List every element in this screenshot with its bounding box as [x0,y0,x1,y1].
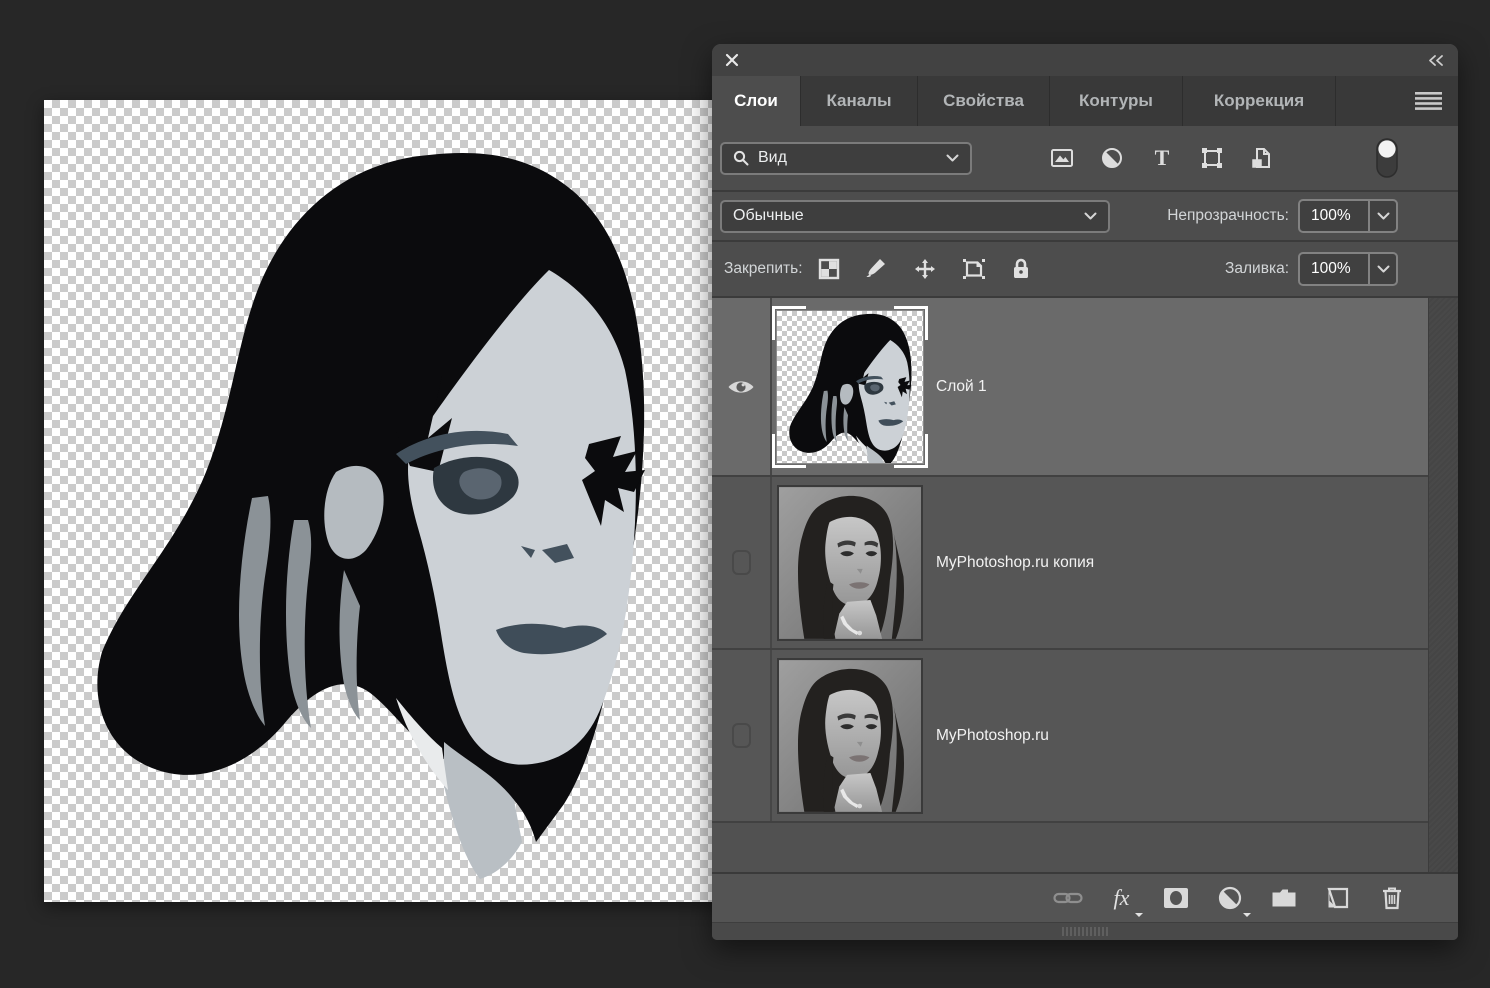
scrollbar-track[interactable] [1428,298,1458,872]
panel-tabbar: Слои Каналы Свойства Контуры Коррекция [712,76,1458,126]
blend-mode-select[interactable]: Обычные [720,200,1110,233]
pixel-layers-filter-icon[interactable] [1050,146,1074,170]
new-layer-icon[interactable] [1321,882,1354,915]
adjustment-menu-arrow-icon [1243,913,1251,921]
document-canvas[interactable] [44,100,744,902]
photoshop-workspace: Слои Каналы Свойства Контуры Коррекция В… [0,0,1490,988]
svg-text:T: T [1155,146,1170,170]
eye-hidden-well[interactable] [732,550,751,575]
layers-panel: Слои Каналы Свойства Контуры Коррекция В… [712,44,1458,940]
eye-visible-icon[interactable] [727,378,755,396]
vector-portrait-artwork [44,100,710,902]
shape-layers-filter-icon[interactable] [1200,146,1224,170]
photo-portrait-thumbnail [779,487,921,639]
tab-adjustments-label: Коррекция [1214,91,1304,111]
lock-transparency-icon[interactable] [817,257,841,281]
blend-mode-value: Обычные [733,207,804,225]
fx-label: fx [1114,887,1130,909]
tab-layers-label: Слои [734,91,778,111]
panel-titlebar [712,44,1458,76]
tab-adjustments[interactable]: Коррекция [1183,76,1336,126]
blend-row: Обычные Непрозрачность: 100% [712,192,1458,242]
lock-label: Закрепить: [724,260,803,278]
filter-row: Вид T [712,126,1458,192]
type-layers-filter-icon[interactable]: T [1150,146,1174,170]
layer-row-myphotoshop[interactable]: MyPhotoshop.ru [712,650,1428,823]
layer-name[interactable]: MyPhotoshop.ru копия [936,554,1094,572]
filter-type-select[interactable]: Вид [720,142,972,175]
visibility-cell[interactable] [712,650,772,821]
layer-style-fx-icon[interactable]: fx [1105,882,1138,915]
link-layers-icon[interactable] [1051,882,1084,915]
layer-filter-icons: T [1050,146,1274,170]
filter-type-value: Вид [758,149,787,167]
lock-position-icon[interactable] [913,257,937,281]
lock-artboard-icon[interactable] [961,257,985,281]
tab-properties[interactable]: Свойства [918,76,1050,126]
opacity-field: 100% [1298,199,1398,233]
search-icon [733,150,749,166]
lock-row: Закрепить: Заливка: [712,242,1458,298]
adjustment-layers-filter-icon[interactable] [1100,146,1124,170]
layer-thumbnail[interactable] [777,658,923,814]
tab-paths[interactable]: Контуры [1050,76,1183,126]
new-adjustment-layer-icon[interactable] [1213,882,1246,915]
delete-layer-trash-icon[interactable] [1375,882,1408,915]
photo-portrait-thumbnail [779,660,921,812]
smart-object-filter-icon[interactable] [1250,146,1274,170]
fill-value[interactable]: 100% [1300,254,1368,284]
layer-thumbnail[interactable] [777,485,923,641]
layer-row-myphotoshop-copy[interactable]: MyPhotoshop.ru копия [712,477,1428,650]
panel-menu-icon[interactable] [1415,92,1442,110]
opacity-dropdown-button[interactable] [1368,201,1396,231]
chevron-down-icon [946,154,959,162]
opacity-value[interactable]: 100% [1300,201,1368,231]
tab-channels[interactable]: Каналы [801,76,918,126]
tab-channels-label: Каналы [826,91,891,111]
new-group-folder-icon[interactable] [1267,882,1300,915]
visibility-cell[interactable] [712,298,772,475]
layer-name[interactable]: Слой 1 [936,378,987,396]
collapse-panel-icon[interactable] [1427,54,1445,67]
fill-label: Заливка: [1225,260,1289,278]
eye-hidden-well[interactable] [732,723,751,748]
fill-field: 100% [1298,252,1398,286]
fill-dropdown-button[interactable] [1368,254,1396,284]
layer-row-sloy-1[interactable]: Слой 1 [712,298,1428,477]
layers-empty-area [712,823,1428,872]
lock-pixels-brush-icon[interactable] [865,257,889,281]
tab-layers[interactable]: Слои [712,76,801,126]
panel-toolbar: fx [712,872,1458,922]
add-mask-icon[interactable] [1159,882,1192,915]
resize-grip[interactable] [1062,927,1108,936]
panel-bottom-strip [712,922,1458,940]
lock-icons [817,257,1033,281]
tab-properties-label: Свойства [943,91,1024,111]
layers-list: Слой 1 MyPhotoshop.ru копия [712,298,1458,872]
fx-menu-arrow-icon [1135,913,1143,921]
layer-thumbnail[interactable] [777,311,923,463]
layer-name[interactable]: MyPhotoshop.ru [936,727,1049,745]
layer-filtering-toggle[interactable] [1376,138,1398,178]
vector-portrait-thumbnail [777,311,923,463]
chevron-down-icon [1084,212,1097,220]
tab-paths-label: Контуры [1079,91,1153,111]
lock-all-icon[interactable] [1009,257,1033,281]
close-icon[interactable] [725,53,739,67]
visibility-cell[interactable] [712,477,772,648]
opacity-label: Непрозрачность: [1167,207,1289,225]
